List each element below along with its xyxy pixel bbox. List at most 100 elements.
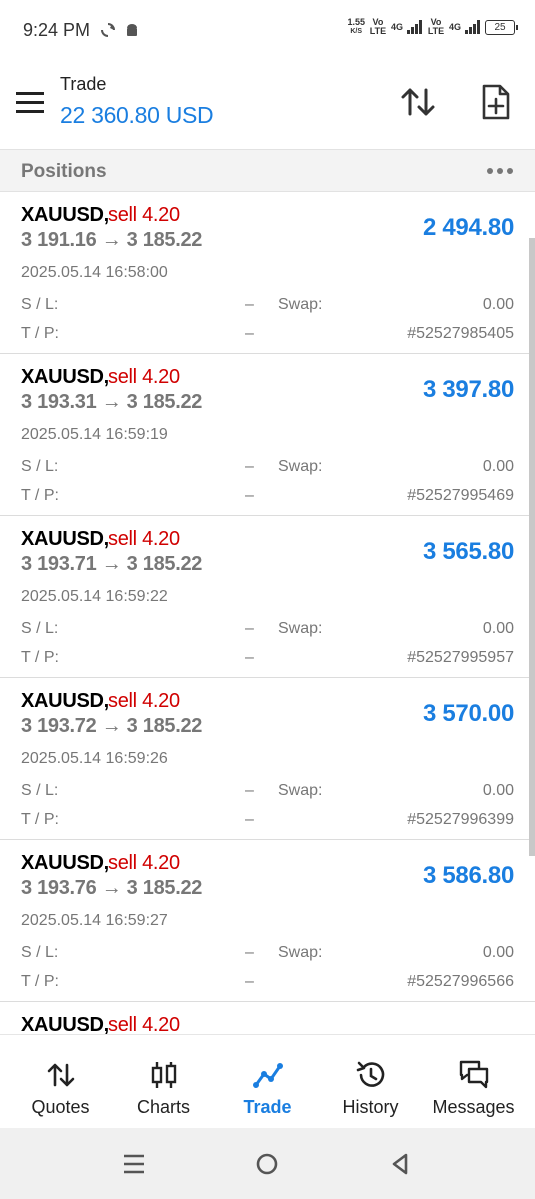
swap-value: 0.00 [482,782,514,799]
volte-1: Vo LTE [369,17,387,36]
position-profit: 3 586.80 [422,862,514,889]
position-row[interactable]: XAUUSD, sell 4.20 3 193.31 → 3 185.22 3 … [0,354,535,516]
swap-value: 0.00 [482,620,514,637]
nav-charts[interactable]: Charts [110,1035,217,1129]
history-icon [356,1061,384,1087]
more-icon[interactable] [487,168,513,174]
nav-trade[interactable]: Trade [214,1035,321,1129]
position-symbol: XAUUSD, [21,204,109,226]
position-row[interactable]: XAUUSD, sell 4.20 3 193.76 → 3 185.22 3 … [0,840,535,1002]
tp-label: T / P: [21,325,59,342]
position-time: 2025.05.14 16:59:22 [21,588,168,605]
position-time: 2025.05.14 16:59:27 [21,912,168,929]
swap-value: 0.00 [482,944,514,961]
sl-label: S / L: [21,782,59,799]
tp-label: T / P: [21,811,59,828]
tp-value: – [245,649,254,666]
position-symbol: XAUUSD, [21,528,109,550]
sl-label: S / L: [21,296,59,313]
position-row[interactable]: XAUUSD, sell 4.20 3 193.72 → 3 185.22 3 … [0,678,535,840]
section-title: Positions [21,161,107,182]
swap-label: Swap: [278,782,323,799]
volte-2: Vo LTE [427,17,445,36]
account-balance: 22 360.80 USD [60,102,214,128]
position-ticket: #52527995957 [407,649,514,666]
swap-label: Swap: [278,944,323,961]
page-title: Trade [60,74,107,94]
swap-label: Swap: [278,296,323,313]
sort-icon[interactable] [398,82,438,122]
positions-section-header: Positions [0,149,535,192]
nav-messages[interactable]: Messages [420,1035,527,1129]
nav-history[interactable]: History [317,1035,424,1129]
tp-label: T / P: [21,649,59,666]
messages-icon [459,1060,488,1089]
tp-value: – [245,811,254,828]
bottom-nav: Quotes Charts Trade History Messages [0,1034,535,1128]
charts-icon [151,1062,176,1088]
position-symbol: XAUUSD, [21,690,109,712]
status-bar: 9:24 PM 1.55 K/S Vo LTE 4G Vo LTE 4G 25 [0,0,535,60]
swap-label: Swap: [278,458,323,475]
position-side: sell 4.20 [108,852,180,874]
position-prices: 3 193.72 → 3 185.22 [21,715,203,737]
position-row[interactable]: XAUUSD, sell 4.20 [0,1002,535,1034]
sync-icon [101,23,115,37]
position-side: sell 4.20 [108,528,180,550]
status-time: 9:24 PM [23,20,91,40]
sl-value: – [245,944,254,961]
sl-value: – [245,458,254,475]
quotes-icon [47,1063,74,1087]
network-2: 4G [448,22,461,32]
position-prices: 3 191.16 → 3 185.22 [21,229,203,251]
position-row[interactable]: XAUUSD, sell 4.20 3 191.16 → 3 185.22 2 … [0,192,535,354]
network-1: 4G [390,22,403,32]
scrollbar[interactable] [529,238,535,856]
nav-label: Trade [243,1097,292,1117]
position-prices: 3 193.31 → 3 185.22 [21,391,203,413]
nav-label: Quotes [31,1097,90,1117]
nav-label: Charts [136,1097,190,1117]
back-icon[interactable] [386,1150,414,1178]
tp-label: T / P: [21,973,59,990]
position-time: 2025.05.14 16:58:00 [21,264,168,281]
position-profit: 2 494.80 [422,214,514,241]
swap-value: 0.00 [482,458,514,475]
position-symbol: XAUUSD, [21,1014,109,1034]
nav-label: Messages [432,1097,515,1117]
home-icon[interactable] [253,1150,281,1178]
position-prices: 3 193.71 → 3 185.22 [21,553,203,575]
signal-icon [465,20,480,34]
positions-list: XAUUSD, sell 4.20 3 191.16 → 3 185.22 2 … [0,192,535,1034]
nav-quotes[interactable]: Quotes [7,1035,114,1129]
position-symbol: XAUUSD, [21,852,109,874]
position-side: sell 4.20 [108,1014,180,1034]
swap-value: 0.00 [482,296,514,313]
position-row[interactable]: XAUUSD, sell 4.20 3 193.71 → 3 185.22 3 … [0,516,535,678]
position-time: 2025.05.14 16:59:19 [21,426,168,443]
position-side: sell 4.20 [108,366,180,388]
new-order-icon[interactable] [478,82,514,122]
android-icon [127,24,137,36]
sl-label: S / L: [21,458,59,475]
tp-value: – [245,487,254,504]
status-indicators: 1.55 K/S Vo LTE 4G Vo LTE 4G 25 [347,17,518,36]
battery-icon: 25 [485,19,518,35]
tp-value: – [245,325,254,342]
menu-icon[interactable] [16,92,44,114]
sl-label: S / L: [21,620,59,637]
sl-value: – [245,296,254,313]
position-time: 2025.05.14 16:59:26 [21,750,168,767]
position-profit: 3 565.80 [422,538,514,565]
recent-apps-icon[interactable] [120,1150,148,1178]
system-nav-bar [0,1128,535,1199]
position-profit: 3 570.00 [422,700,514,727]
position-ticket: #52527995469 [407,487,514,504]
tp-label: T / P: [21,487,59,504]
sl-value: – [245,782,254,799]
app-header: Trade 22 360.80 USD [0,60,535,148]
signal-icon [406,20,422,34]
position-ticket: #52527996566 [407,973,514,990]
net-speed: 1.55 K/S [347,17,365,36]
nav-label: History [342,1097,399,1117]
